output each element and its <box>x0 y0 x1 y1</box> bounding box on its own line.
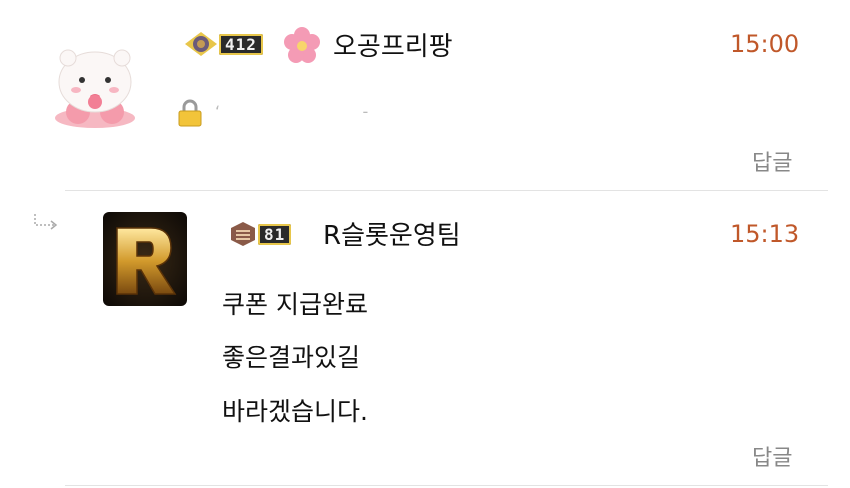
comment-time: 15:00 <box>730 30 800 58</box>
author-nickname[interactable]: 오공프리팡 <box>333 26 453 63</box>
flower-icon <box>282 26 322 66</box>
level-badge: 412 <box>183 30 263 58</box>
avatar[interactable] <box>103 212 187 306</box>
rank-emblem-icon <box>185 32 217 56</box>
reply-button[interactable]: 답글 <box>752 440 792 472</box>
reply-button[interactable]: 답글 <box>752 145 792 177</box>
level-number: 412 <box>219 33 263 55</box>
comment-text-line: 바라겠습니다. <box>222 397 368 426</box>
level-number: 81 <box>258 223 292 245</box>
divider <box>65 485 828 486</box>
divider <box>65 190 828 191</box>
comment-text-line: 쿠폰 지급완료 <box>222 290 368 319</box>
comment-item: 412 오공프리팡 15:00 ‘ - 답글 <box>0 0 850 190</box>
secret-comment-placeholder: ‘ - <box>215 102 369 121</box>
reply-arrow-icon <box>32 212 60 232</box>
avatar[interactable] <box>50 40 140 128</box>
lock-icon <box>176 98 204 128</box>
comment-text-line: 좋은결과있길 <box>222 343 361 372</box>
author-nickname[interactable]: R슬롯운영팀 <box>323 215 461 252</box>
rank-emblem-icon <box>231 222 255 246</box>
comment-time: 15:13 <box>730 220 800 248</box>
level-badge: 81 <box>228 220 292 248</box>
